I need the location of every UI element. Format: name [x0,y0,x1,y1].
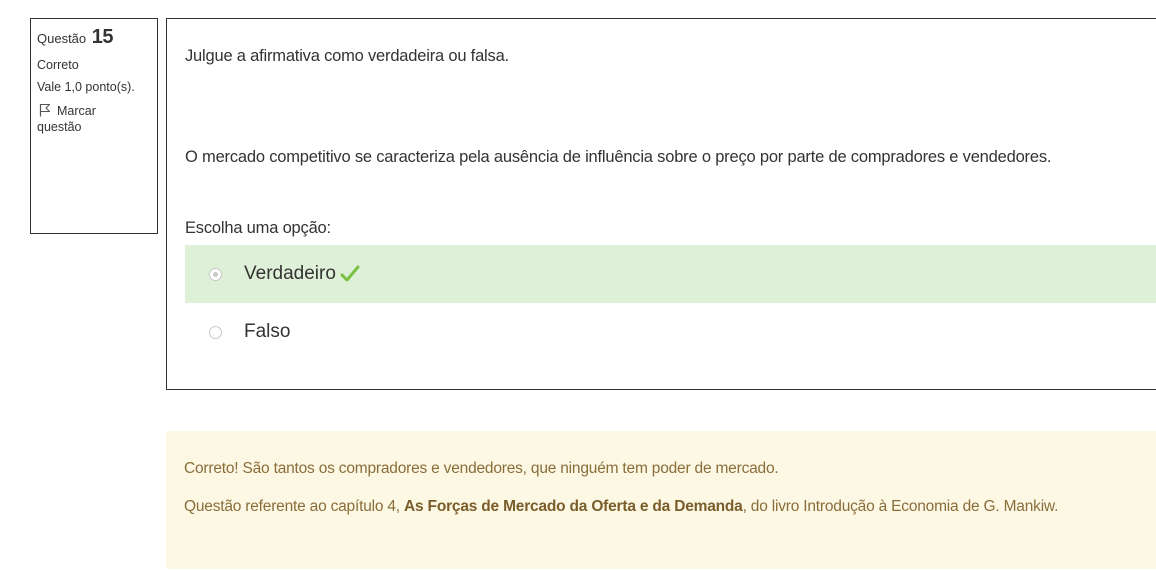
question-label: Questão [37,31,87,46]
question-intro: Julgue a afirmativa como verdadeira ou f… [185,47,509,65]
check-icon [340,264,360,284]
question-card: Julgue a afirmativa como verdadeira ou f… [166,18,1156,390]
question-number-line: Questão 15 [37,25,151,51]
option-falso[interactable]: Falso [185,303,1156,361]
flag-question-link[interactable]: Marcar questão [37,103,151,135]
answer-prompt: Escolha uma opção: [185,219,331,237]
feedback-line2-suffix: , do livro Introdução à Economia de G. M… [742,498,1059,515]
feedback-line2-prefix: Questão referente ao capítulo 4, [184,498,405,515]
feedback-box: Correto! São tantos os compradores e ven… [166,431,1156,569]
radio-verdadeiro[interactable] [209,267,222,281]
feedback-line2: Questão referente ao capítulo 4, As Forç… [184,498,1058,516]
quiz-page: Questão 15 Correto Vale 1,0 ponto(s). Ma… [0,0,1156,570]
option-label-verdadeiro: Verdadeiro [244,263,336,284]
flag-label-line1: Marcar [57,104,96,118]
feedback-line1: Correto! São tantos os compradores e ven… [184,460,779,477]
option-label-falso: Falso [244,321,291,342]
option-verdadeiro[interactable]: Verdadeiro [185,245,1156,303]
question-state: Correto [37,58,79,72]
flag-label-line2: questão [37,120,82,134]
question-number: 15 [91,26,114,48]
feedback-chapter-title: As Forças de Mercado da Oferta e da Dema… [404,498,743,515]
question-statement: O mercado competitivo se caracteriza pel… [185,148,1052,166]
question-grade: Vale 1,0 ponto(s). [37,80,135,94]
flag-icon [39,103,51,117]
radio-falso[interactable] [209,325,222,339]
question-info-box: Questão 15 Correto Vale 1,0 ponto(s). Ma… [30,18,158,234]
